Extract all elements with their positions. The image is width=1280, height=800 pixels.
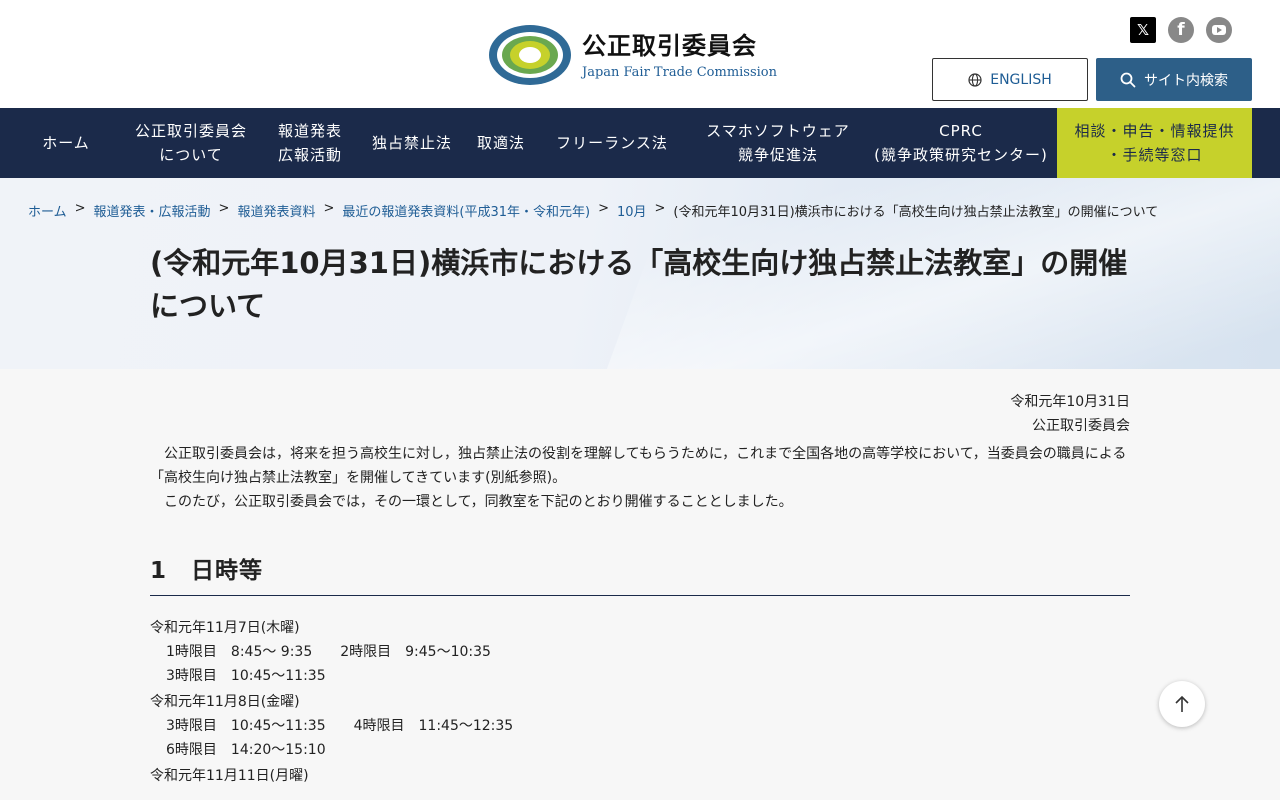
schedule-list: 令和元年11月7日(木曜) 1時限目 8:45～ 9:35 2時限目 9:45～… [150,616,1130,788]
youtube-icon[interactable] [1206,17,1232,43]
breadcrumb-home[interactable]: ホーム [28,201,67,220]
page-title: (令和元年10月31日)横浜市における「高校生向け独占禁止法教室」の開催について [150,246,1128,323]
site-search-button[interactable]: サイト内検索 [1096,58,1252,101]
search-label: サイト内検索 [1144,72,1228,89]
breadcrumb-current: (令和元年10月31日)横浜市における「高校生向け独占禁止法教室」の開催について [673,205,1159,220]
schedule-slot: 3時限目 10:45～11:35 4時限目 11:45～12:35 [166,718,514,734]
nav-item-torihiki[interactable]: 取適法 [468,108,534,178]
section-heading-schedule: 1 日時等 [150,559,1130,596]
english-label: ENGLISH [990,71,1052,88]
nav-item-home[interactable]: ホーム [14,108,118,178]
breadcrumb-october[interactable]: 10月 [617,201,647,220]
nav-item-cprc[interactable]: CPRC (競争政策研究センター) [866,108,1056,178]
breadcrumb-separator: > [323,201,335,216]
breadcrumb-recent-releases[interactable]: 最近の報道発表資料(平成31年・令和元年) [342,201,590,220]
page-hero: ホーム > 報道発表・広報活動 > 報道発表資料 > 最近の報道発表資料(平成3… [0,178,1280,369]
facebook-icon[interactable]: f [1168,17,1194,43]
x-icon[interactable]: 𝕏 [1130,17,1156,43]
site-logo[interactable]: 公正取引委員会 Japan Fair Trade Commission [488,24,777,86]
breadcrumb: ホーム > 報道発表・広報活動 > 報道発表資料 > 最近の報道発表資料(平成3… [28,201,1158,220]
breadcrumb-separator: > [74,201,86,216]
breadcrumb-separator: > [598,201,609,216]
schedule-day: 令和元年11月11日(月曜) [150,768,309,784]
nav-item-smartphone[interactable]: スマホソフトウェア 競争促進法 [690,108,866,178]
schedule-slot: 1時限目 8:45～ 9:35 2時限目 9:45～10:35 [166,644,491,660]
english-button[interactable]: ENGLISH [932,58,1088,101]
breadcrumb-press[interactable]: 報道発表・広報活動 [94,201,211,220]
schedule-day: 令和元年11月8日(金曜) [150,694,300,710]
back-to-top-button[interactable] [1159,681,1205,727]
main-content: 令和元年10月31日 公正取引委員会 公正取引委員会は，将来を担う高校生に対し，… [150,390,1130,788]
org-name-ja: 公正取引委員会 [582,31,757,60]
breadcrumb-press-releases[interactable]: 報道発表資料 [237,201,315,220]
nav-item-consultation[interactable]: 相談・申告・情報提供 ・手続等窓口 [1057,108,1252,178]
search-icon [1120,72,1136,87]
social-links: 𝕏 f [1130,17,1232,43]
org-name-en: Japan Fair Trade Commission [582,64,777,80]
nav-item-antimonopoly[interactable]: 独占禁止法 [356,108,468,178]
site-header: 公正取引委員会 Japan Fair Trade Commission 𝕏 f … [0,0,1280,108]
nav-item-freelance[interactable]: フリーランス法 [534,108,690,178]
release-issuer: 公正取引委員会 [1032,418,1130,434]
schedule-day: 令和元年11月7日(木曜) [150,620,300,636]
announcement-paragraph: このたび，公正取引委員会では，その一環として，同教室を下記のとおり開催することと… [164,494,793,510]
breadcrumb-separator: > [218,201,230,216]
release-date: 令和元年10月31日 [1010,394,1130,410]
schedule-slot: 3時限目 10:45～11:35 [166,668,326,684]
nav-item-about[interactable]: 公正取引委員会 について [118,108,264,178]
global-nav: ホーム 公正取引委員会 について 報道発表 広報活動 独占禁止法 取適法 フリー… [0,108,1280,178]
breadcrumb-separator: > [654,201,666,216]
nav-item-press[interactable]: 報道発表 広報活動 [264,108,356,178]
globe-icon [968,72,982,87]
schedule-slot: 6時限目 14:20～15:10 [166,742,326,758]
jftc-logo-icon [489,25,571,85]
intro-paragraph: 公正取引委員会は，将来を担う高校生に対し，独占禁止法の役割を理解してもらうために… [150,446,1127,486]
arrow-up-icon [1175,695,1189,712]
